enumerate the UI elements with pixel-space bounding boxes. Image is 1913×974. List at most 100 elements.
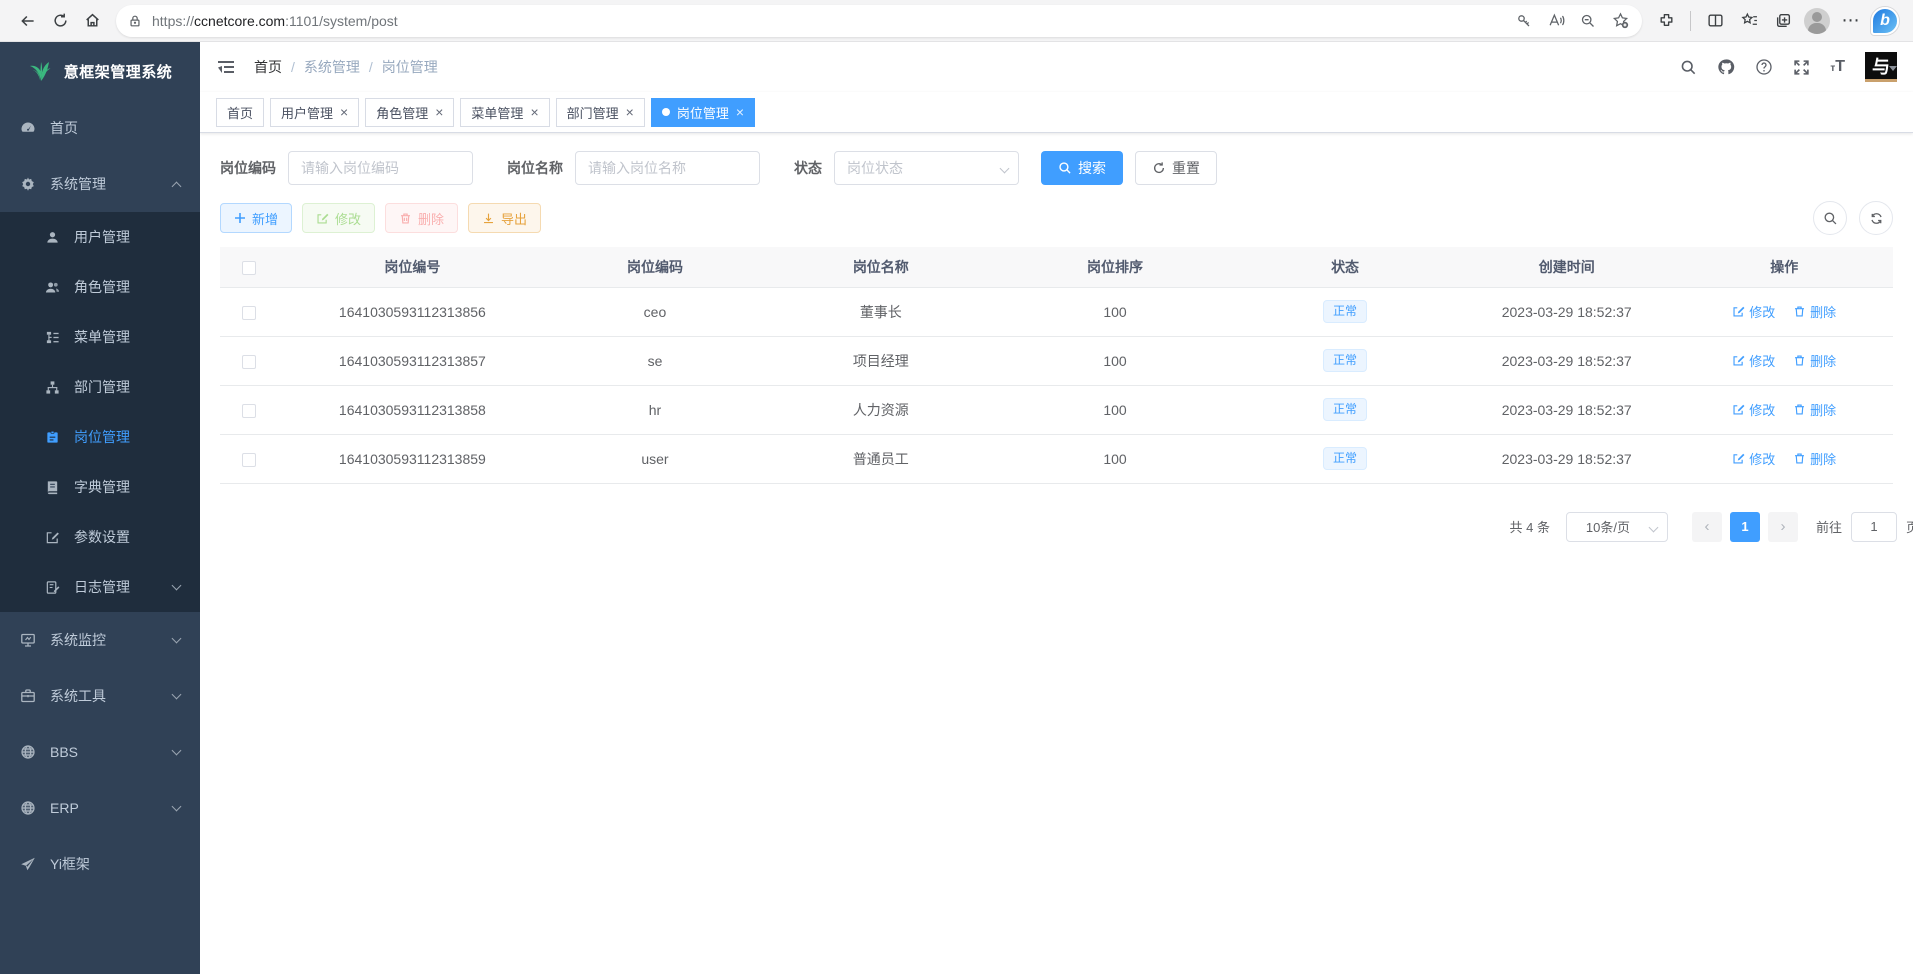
status-select[interactable]: 岗位状态 bbox=[834, 151, 1019, 185]
favorites-icon[interactable] bbox=[1733, 5, 1765, 37]
sidebar-item-system-tools[interactable]: 系统工具 bbox=[0, 668, 200, 724]
row-delete-link[interactable]: 删除 bbox=[1793, 400, 1836, 419]
breadcrumb-separator: / bbox=[291, 59, 295, 75]
status-badge: 正常 bbox=[1323, 300, 1367, 324]
zoom-out-icon[interactable] bbox=[1572, 5, 1604, 37]
sidebar-item-label: 岗位管理 bbox=[74, 427, 130, 447]
row-checkbox[interactable] bbox=[242, 355, 256, 369]
tab-user-management[interactable]: 用户管理× bbox=[270, 98, 359, 127]
sidebar-item-bbs[interactable]: BBS bbox=[0, 724, 200, 780]
sidebar-item-role-management[interactable]: 角色管理 bbox=[0, 262, 200, 312]
extensions-icon[interactable] bbox=[1650, 5, 1682, 37]
export-button[interactable]: 导出 bbox=[468, 203, 541, 233]
sidebar-item-system-monitor[interactable]: 系统监控 bbox=[0, 612, 200, 668]
refresh-icon[interactable] bbox=[44, 5, 76, 37]
row-checkbox[interactable] bbox=[242, 404, 256, 418]
tab-dept-management[interactable]: 部门管理× bbox=[556, 98, 645, 127]
sidebar-menu: 首页 系统管理 用户管理 bbox=[0, 100, 200, 892]
sidebar-item-param-settings[interactable]: 参数设置 bbox=[0, 512, 200, 562]
split-screen-icon[interactable] bbox=[1699, 5, 1731, 37]
read-aloud-icon[interactable] bbox=[1540, 5, 1572, 37]
sidebar-item-erp[interactable]: ERP bbox=[0, 780, 200, 836]
font-size-icon[interactable]: тT bbox=[1830, 58, 1845, 76]
sidebar-item-dict-management[interactable]: 字典管理 bbox=[0, 462, 200, 512]
cell-post-code: se bbox=[546, 336, 763, 385]
tab-role-management[interactable]: 角色管理× bbox=[365, 98, 454, 127]
sidebar-item-label: 首页 bbox=[50, 118, 78, 138]
goto-page-input[interactable] bbox=[1851, 512, 1897, 542]
tab-menu-management[interactable]: 菜单管理× bbox=[460, 98, 549, 127]
sidebar-item-label: 参数设置 bbox=[74, 527, 130, 547]
trash-icon bbox=[399, 212, 412, 225]
sidebar-item-yi-framework[interactable]: Yi框架 bbox=[0, 836, 200, 892]
lock-icon[interactable] bbox=[128, 14, 142, 28]
bing-chat-icon[interactable]: b bbox=[1869, 5, 1901, 37]
sidebar-item-user-management[interactable]: 用户管理 bbox=[0, 212, 200, 262]
row-delete-link[interactable]: 删除 bbox=[1793, 351, 1836, 370]
search-button[interactable]: 搜索 bbox=[1041, 151, 1123, 185]
page-size-select[interactable]: 10条/页 bbox=[1566, 512, 1668, 542]
avatar-caret-icon[interactable] bbox=[1889, 66, 1897, 71]
select-all-checkbox[interactable] bbox=[242, 261, 256, 275]
cell-post-sort: 100 bbox=[998, 287, 1232, 336]
row-edit-link[interactable]: 修改 bbox=[1732, 400, 1775, 419]
home-icon[interactable] bbox=[76, 5, 108, 37]
post-code-input[interactable] bbox=[288, 151, 473, 185]
row-edit-link[interactable]: 修改 bbox=[1732, 302, 1775, 321]
post-name-input[interactable] bbox=[575, 151, 760, 185]
row-delete-link[interactable]: 删除 bbox=[1793, 302, 1836, 321]
user-icon bbox=[44, 230, 60, 245]
back-icon[interactable] bbox=[12, 5, 44, 37]
cell-post-code: user bbox=[546, 434, 763, 483]
sidebar-item-log-management[interactable]: 日志管理 bbox=[0, 562, 200, 612]
sidebar-item-dept-management[interactable]: 部门管理 bbox=[0, 362, 200, 412]
row-delete-link[interactable]: 删除 bbox=[1793, 449, 1836, 468]
row-checkbox[interactable] bbox=[242, 453, 256, 467]
toggle-search-button[interactable] bbox=[1813, 201, 1847, 235]
refresh-table-button[interactable] bbox=[1859, 201, 1893, 235]
sidebar-item-system-management[interactable]: 系统管理 bbox=[0, 156, 200, 212]
row-edit-link[interactable]: 修改 bbox=[1732, 351, 1775, 370]
close-icon[interactable]: × bbox=[626, 105, 634, 119]
favorite-add-icon[interactable] bbox=[1604, 5, 1636, 37]
delete-button[interactable]: 删除 bbox=[385, 203, 458, 233]
breadcrumb-separator: / bbox=[369, 59, 373, 75]
close-icon[interactable]: × bbox=[340, 105, 348, 119]
breadcrumb-item[interactable]: 系统管理 bbox=[304, 57, 360, 77]
next-page-button[interactable]: › bbox=[1768, 512, 1798, 542]
row-checkbox[interactable] bbox=[242, 306, 256, 320]
browser-menu-icon[interactable]: ⋯ bbox=[1835, 5, 1867, 37]
sidebar-collapse-icon[interactable] bbox=[216, 57, 236, 77]
prev-page-button[interactable]: ‹ bbox=[1692, 512, 1722, 542]
reset-button[interactable]: 重置 bbox=[1135, 151, 1217, 185]
close-icon[interactable]: × bbox=[435, 105, 443, 119]
sidebar-item-post-management[interactable]: 岗位管理 bbox=[0, 412, 200, 462]
close-icon[interactable]: × bbox=[530, 105, 538, 119]
github-icon[interactable] bbox=[1717, 58, 1735, 76]
fullscreen-icon[interactable] bbox=[1793, 59, 1810, 76]
page-size-value: 10条/页 bbox=[1586, 517, 1630, 536]
logo-plant-icon bbox=[28, 59, 54, 83]
cell-created: 2023-03-29 18:52:37 bbox=[1458, 434, 1675, 483]
tab-post-management[interactable]: 岗位管理× bbox=[651, 98, 755, 127]
profile-avatar[interactable] bbox=[1801, 5, 1833, 37]
url-bar[interactable]: https://ccnetcore.com:1101/system/post bbox=[116, 5, 1642, 37]
sidebar-item-label: 用户管理 bbox=[74, 227, 130, 247]
app-logo[interactable]: 意框架管理系统 bbox=[0, 42, 200, 100]
url-text[interactable]: https://ccnetcore.com:1101/system/post bbox=[152, 13, 1508, 29]
close-icon[interactable]: × bbox=[736, 105, 744, 119]
tab-home[interactable]: 首页 bbox=[216, 98, 264, 127]
password-key-icon[interactable] bbox=[1508, 5, 1540, 37]
edit-button[interactable]: 修改 bbox=[302, 203, 375, 233]
sidebar-item-home[interactable]: 首页 bbox=[0, 100, 200, 156]
row-edit-link[interactable]: 修改 bbox=[1732, 449, 1775, 468]
page-number-button[interactable]: 1 bbox=[1730, 512, 1760, 542]
sidebar-item-menu-management[interactable]: 菜单管理 bbox=[0, 312, 200, 362]
header-search-icon[interactable] bbox=[1680, 59, 1697, 76]
monitor-icon bbox=[20, 632, 36, 648]
table-row: 1641030593112313857 se 项目经理 100 正常 2023-… bbox=[220, 336, 1893, 385]
help-icon[interactable] bbox=[1755, 58, 1773, 76]
add-button[interactable]: 新增 bbox=[220, 203, 292, 233]
breadcrumb-item[interactable]: 首页 bbox=[254, 57, 282, 77]
collections-icon[interactable] bbox=[1767, 5, 1799, 37]
